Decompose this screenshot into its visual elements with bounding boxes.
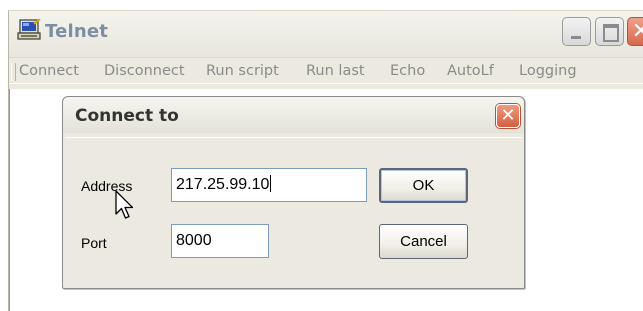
menu-item-autolf[interactable]: AutoLf [447, 63, 494, 79]
dialog-title: Connect to [75, 106, 179, 126]
menu-item-disconnect[interactable]: Disconnect [104, 63, 185, 79]
menu-item-run-script[interactable]: Run script [206, 63, 279, 79]
menubar-grip [11, 63, 16, 81]
title-bar[interactable]: Telnet ✕ [9, 11, 643, 58]
window-title: Telnet [45, 21, 109, 42]
text-caret [270, 175, 272, 192]
minimize-button[interactable] [562, 17, 591, 46]
close-button[interactable]: ✕ [627, 17, 643, 46]
close-icon: ✕ [500, 105, 516, 126]
menu-item-run-last[interactable]: Run last [306, 63, 365, 79]
address-value: 217.25.99.10 [176, 176, 270, 193]
port-input[interactable]: 8000 [171, 224, 269, 258]
maximize-button[interactable] [595, 17, 624, 46]
menu-bar: Connect Disconnect Run script Run last E… [9, 59, 643, 84]
dialog-title-bar[interactable]: Connect to ✕ [63, 97, 524, 133]
menu-item-connect[interactable]: Connect [19, 63, 79, 79]
cancel-button[interactable]: Cancel [379, 224, 468, 259]
port-value: 8000 [176, 232, 212, 249]
menu-item-logging[interactable]: Logging [519, 63, 577, 79]
dialog-close-button[interactable]: ✕ [496, 104, 520, 128]
address-input[interactable]: 217.25.99.10 [171, 168, 367, 202]
menu-item-echo[interactable]: Echo [390, 63, 425, 79]
port-label: Port [81, 235, 107, 251]
maximize-icon [603, 24, 619, 42]
telnet-app-icon [17, 19, 41, 40]
minimize-icon [571, 36, 581, 39]
ok-button[interactable]: OK [379, 168, 468, 203]
mouse-pointer-icon [115, 190, 134, 219]
close-icon: ✕ [631, 19, 643, 44]
